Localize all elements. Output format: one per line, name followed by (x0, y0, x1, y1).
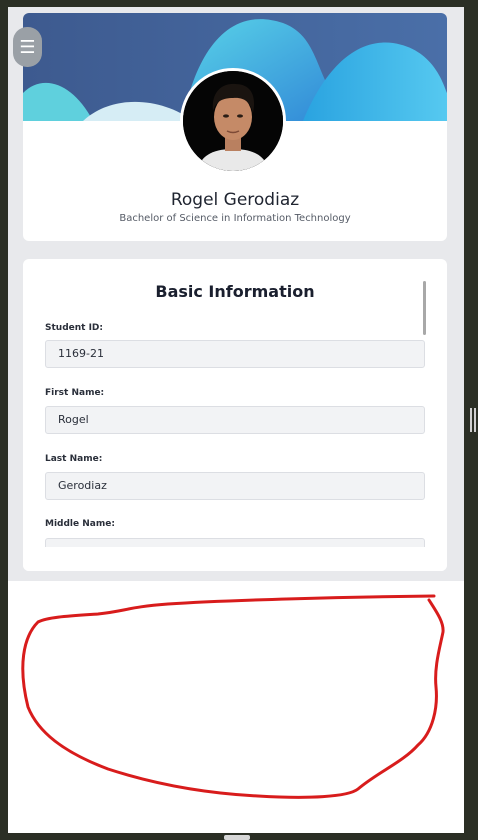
profile-card: Rogel Gerodiaz Bachelor of Science in In… (23, 13, 447, 241)
panel-resize-handle[interactable] (470, 408, 476, 432)
avatar (180, 68, 286, 174)
menu-button[interactable]: ☰ (13, 27, 42, 67)
basic-info-title: Basic Information (155, 282, 315, 301)
bottom-drag-handle[interactable] (224, 835, 250, 840)
scroll-clip (23, 547, 447, 571)
last-name-label: Last Name: (45, 454, 103, 464)
hamburger-icon: ☰ (19, 36, 36, 58)
profile-name: Rogel Gerodiaz (170, 190, 300, 210)
avatar-photo-icon (183, 71, 283, 171)
last-name-field[interactable]: Gerodiaz (45, 472, 425, 500)
student-id-field[interactable]: 1169-21 (45, 340, 425, 368)
profile-degree: Bachelor of Science in Information Techn… (119, 213, 351, 224)
window-top-strip (0, 0, 478, 7)
middle-name-label: Middle Name: (45, 519, 115, 529)
student-id-label: Student ID: (45, 323, 103, 333)
app-window: ☰ Rogel Gerodiaz Bachelor of Science in … (8, 7, 464, 833)
first-name-field[interactable]: Rogel (45, 406, 425, 434)
first-name-label: First Name: (45, 388, 105, 398)
basic-info-card: Basic Information Student ID: 1169-21 Fi… (23, 259, 447, 571)
